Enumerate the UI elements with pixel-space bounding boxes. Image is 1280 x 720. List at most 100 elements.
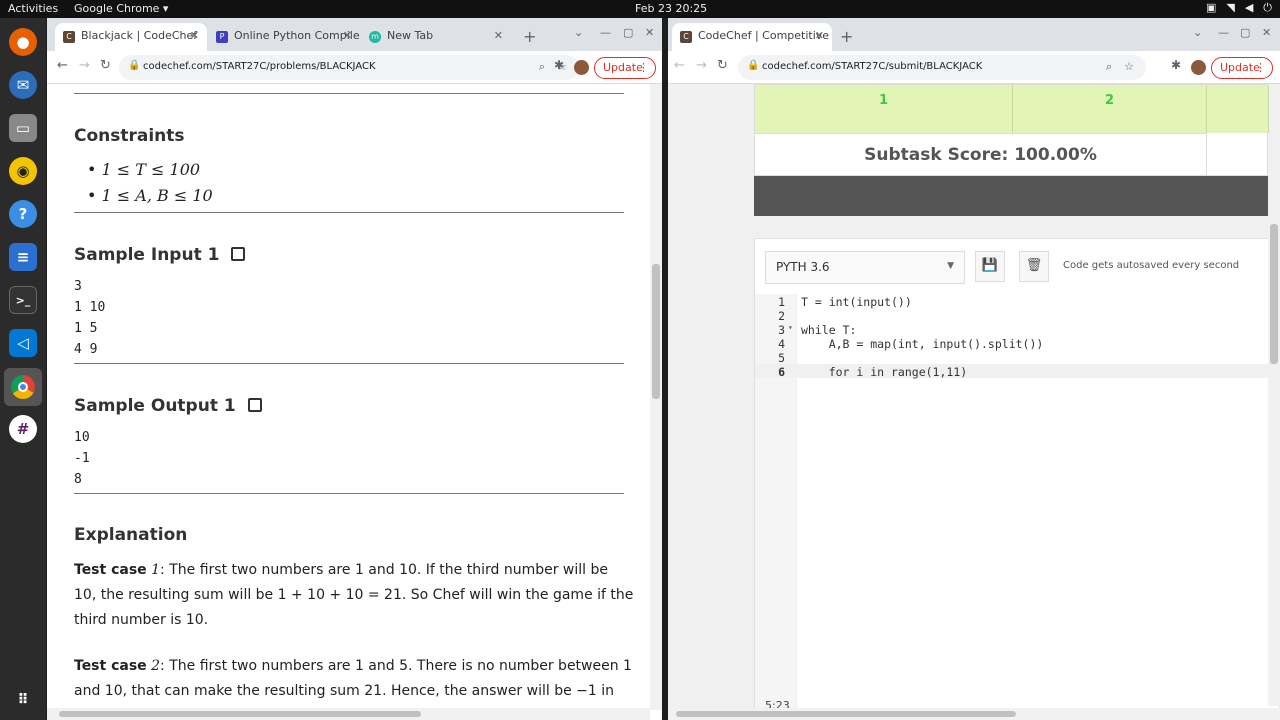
tab-online-python[interactable]: P Online Python Compile ✕	[208, 23, 360, 51]
new-tab-button[interactable]: +	[840, 27, 853, 46]
address-bar[interactable]: 🔒 codechef.com/START27C/problems/BLACKJA…	[119, 55, 579, 80]
tab-blackjack[interactable]: C Blackjack | CodeChef ✕	[55, 23, 207, 51]
code-line: T = int(input())	[801, 295, 912, 309]
camera-icon: ▣	[1205, 1, 1217, 14]
programiz-icon: P	[216, 31, 228, 43]
language-select[interactable]: PYTH 3.6 ▼	[765, 251, 965, 284]
thunderbird-icon[interactable]: ✉	[9, 71, 37, 99]
system-tray[interactable]: ▣ ◥ ◀ ⏻	[1206, 1, 1272, 15]
address-bar[interactable]: 🔒 codechef.com/START27C/submit/BLACKJACK…	[738, 55, 1146, 80]
update-button[interactable]: Update ⋮	[594, 57, 656, 79]
save-icon[interactable]: 💾	[975, 251, 1005, 282]
line-number: 2	[778, 309, 785, 323]
tab-search-icon[interactable]: ⌄	[574, 26, 583, 39]
wifi-icon: ◥	[1226, 1, 1235, 14]
url-text: codechef.com/START27C/submit/BLACKJACK	[762, 61, 983, 72]
close-icon[interactable]: ✕	[494, 29, 503, 42]
constraints-heading: Constraints	[74, 126, 185, 146]
minimize-icon[interactable]: —	[600, 26, 611, 39]
left-browser-window: C Blackjack | CodeChef ✕ P Online Python…	[47, 18, 662, 720]
activities-button[interactable]: Activities	[8, 2, 58, 15]
sample-output-heading: Sample Output 1	[74, 396, 262, 416]
update-label: Update	[603, 61, 643, 74]
reload-icon[interactable]: ↻	[717, 58, 728, 73]
close-icon[interactable]: ✕	[190, 29, 199, 42]
zoom-icon[interactable]: ⌕	[539, 60, 545, 74]
zoom-icon[interactable]: ⌕	[1106, 60, 1112, 74]
maximize-icon[interactable]: ▢	[623, 26, 633, 39]
new-tab-icon: m	[369, 31, 381, 43]
scroll-thumb[interactable]	[652, 264, 660, 399]
autosave-note: Code gets autosaved every second	[1063, 260, 1240, 271]
scroll-thumb[interactable]	[676, 711, 1016, 717]
code-line: for i in range(1,11)	[801, 365, 968, 379]
new-tab-button[interactable]: +	[523, 27, 536, 46]
terminal-icon[interactable]: >_	[9, 286, 37, 314]
help-icon[interactable]: ?	[9, 200, 37, 228]
extensions-icon[interactable]: ✱	[1171, 58, 1181, 72]
forward-icon[interactable]: →	[79, 58, 90, 73]
tab-strip: C Blackjack | CodeChef ✕ P Online Python…	[47, 18, 662, 51]
result-cell: 2	[1013, 85, 1207, 133]
code-line: while T:	[801, 323, 857, 337]
horizontal-scrollbar[interactable]	[668, 708, 1280, 720]
forward-icon[interactable]: →	[696, 58, 707, 73]
reload-icon[interactable]: ↻	[100, 58, 111, 73]
close-window-icon[interactable]: ✕	[1262, 26, 1271, 39]
close-icon[interactable]: ✕	[343, 29, 352, 42]
problem-page: Constraints • 1 ≤ T ≤ 100 • 1 ≤ A, B ≤ 1…	[47, 84, 652, 720]
maximize-icon[interactable]: ▢	[1240, 26, 1250, 39]
divider	[74, 93, 624, 94]
copy-icon[interactable]	[231, 247, 246, 261]
back-icon[interactable]: ←	[674, 58, 685, 73]
back-icon[interactable]: ←	[57, 58, 68, 73]
tab-search-icon[interactable]: ⌄	[1193, 26, 1202, 39]
minimize-icon[interactable]: —	[1218, 26, 1229, 39]
browser-toolbar: ← → ↻ 🔒 codechef.com/START27C/problems/B…	[47, 51, 662, 84]
scroll-thumb[interactable]	[59, 711, 421, 717]
menu-dots-icon: ⋮	[1255, 61, 1266, 74]
vertical-scrollbar[interactable]	[650, 84, 662, 710]
profile-avatar[interactable]	[574, 60, 589, 75]
code-line: A,B = map(int, input().split())	[801, 337, 1044, 351]
tab-new-tab[interactable]: m New Tab ✕	[361, 23, 511, 51]
result-cell	[1207, 85, 1269, 133]
rhythmbox-icon[interactable]: ◉	[9, 157, 37, 185]
writer-icon[interactable]: ≡	[9, 243, 37, 271]
sample-input-line: 3	[74, 279, 82, 294]
profile-avatar[interactable]	[1191, 60, 1206, 75]
code-area[interactable]: 1 2 3 ▾ 4 5 6 T = int(input()) while T: …	[755, 294, 1280, 714]
sample-input-line: 1 10	[74, 300, 106, 315]
slack-icon[interactable]: #	[9, 415, 37, 443]
app-menu[interactable]: Google Chrome ▾	[74, 2, 168, 15]
scroll-thumb[interactable]	[1270, 224, 1278, 364]
trash-icon[interactable]: 🗑	[1019, 251, 1049, 282]
constraint-item: • 1 ≤ T ≤ 100	[87, 160, 201, 179]
url-text: codechef.com/START27C/problems/BLACKJACK	[143, 61, 376, 72]
close-icon[interactable]: ✕	[815, 29, 824, 42]
line-number: 1	[778, 295, 785, 309]
tab-codechef-submit[interactable]: C CodeChef | Competitive P ✕	[672, 23, 832, 51]
system-top-bar: Activities Google Chrome ▾ Feb 23 20:25 …	[0, 0, 1280, 18]
bookmark-star-icon[interactable]: ☆	[1124, 60, 1134, 73]
divider	[74, 363, 624, 364]
dropdown-caret-icon: ▼	[947, 261, 954, 271]
lock-icon: 🔒	[747, 60, 760, 71]
chrome-icon[interactable]	[4, 368, 42, 406]
result-table: 1 2 Subtask Score: 100.00%	[754, 84, 1269, 176]
files-icon[interactable]: ▭	[9, 114, 37, 142]
vscode-icon[interactable]: ◁	[9, 329, 37, 357]
explanation-heading: Explanation	[74, 525, 188, 545]
firefox-icon[interactable]: ●	[9, 28, 37, 56]
close-window-icon[interactable]: ✕	[645, 26, 654, 39]
clock[interactable]: Feb 23 20:25	[635, 2, 707, 15]
fold-arrow-icon[interactable]: ▾	[788, 323, 793, 332]
copy-icon[interactable]	[247, 398, 262, 412]
horizontal-scrollbar[interactable]	[47, 708, 650, 720]
vertical-scrollbar[interactable]	[1268, 224, 1280, 706]
app-grid-icon[interactable]: ⠿	[9, 686, 37, 714]
update-button[interactable]: Update ⋮	[1211, 57, 1273, 79]
tab-label: Blackjack | CodeChef	[81, 29, 198, 42]
extensions-icon[interactable]: ✱	[554, 58, 564, 72]
line-number: 6	[778, 365, 785, 379]
